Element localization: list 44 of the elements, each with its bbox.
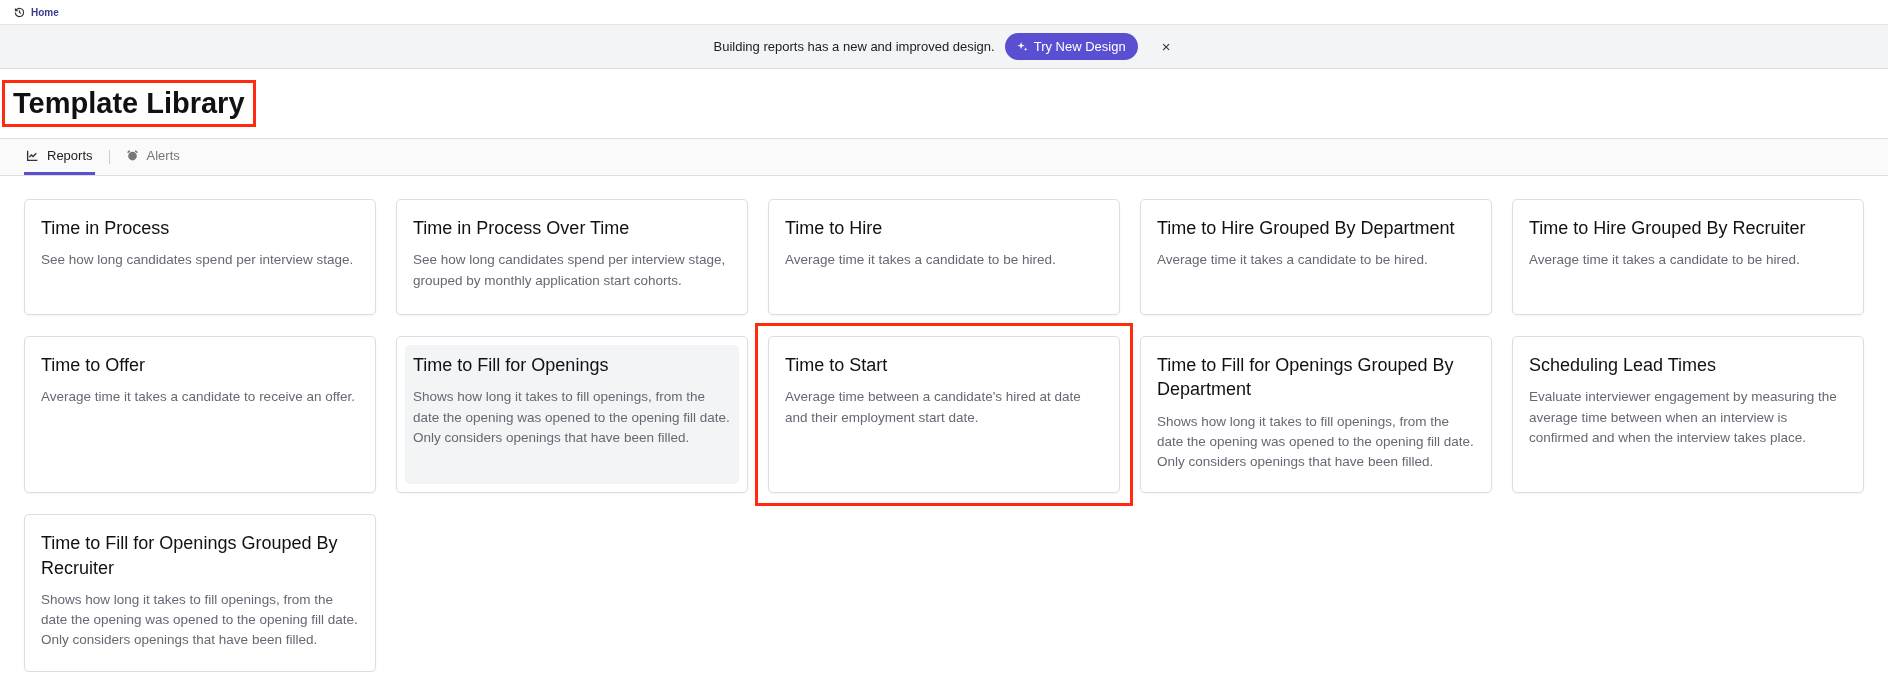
report-card[interactable]: Scheduling Lead Times Evaluate interviewer engagement by measuring the average time between when an interview is confirmed and when the interview takes place. xyxy=(1512,336,1864,494)
banner-message: Building reports has a new and improved design. xyxy=(713,39,995,54)
report-card[interactable]: Time to Hire Grouped By Recruiter Average time it takes a candidate to be hired. xyxy=(1512,199,1864,315)
card-description: Shows how long it takes to fill openings, from the date the opening was opened to the opening fill date. Only considers openings that have been filled. xyxy=(1157,412,1475,472)
report-card[interactable]: Time to Fill for Openings Grouped By Department Shows how long it takes to fill openings, from the date the opening was opened to the opening fill date. Only considers openings that have been filled. xyxy=(1140,336,1492,494)
card-description: Average time it takes a candidate to receive an offer. xyxy=(41,388,356,407)
report-card[interactable]: Time to Fill for Openings Shows how long it takes to fill openings, from the date the opening was opened to the opening fill date. Only considers openings that have been filled. xyxy=(396,336,748,494)
card-description: Average time it takes a candidate to be hired. xyxy=(1529,251,1801,270)
card-description: See how long candidates spend per interview stage. xyxy=(41,251,355,270)
page-title: Template Library xyxy=(2,80,256,127)
report-card[interactable]: Time to Start Average time between a candidate's hired at date and their employment start date. xyxy=(768,336,1120,494)
report-card[interactable]: Time in Process Over Time See how long candidates spend per interview stage, grouped by monthly application start cohorts. xyxy=(396,199,748,315)
home-link[interactable]: Home xyxy=(31,6,59,18)
card-description: Shows how long it takes to fill openings, from the date the opening was opened to the opening fill date. Only considers openings that have been filled. xyxy=(413,388,731,447)
tab[interactable]: Alerts xyxy=(123,139,182,175)
card-description: Average time it takes a candidate to be hired. xyxy=(785,251,1057,270)
card-title: Scheduling Lead Times xyxy=(1529,354,1718,377)
report-card[interactable]: Time to Hire Grouped By Department Average time it takes a candidate to be hired. xyxy=(1140,199,1492,315)
card-title: Time to Offer xyxy=(41,354,147,377)
card-title: Time to Start xyxy=(785,354,889,377)
card-title: Time to Hire xyxy=(785,217,884,240)
card-title: Time to Fill for Openings xyxy=(413,354,610,377)
card-title: Time in Process xyxy=(41,217,171,240)
chart-icon xyxy=(26,149,39,162)
report-card[interactable]: Time to Fill for Openings Grouped By Recruiter Shows how long it takes to fill openings, from the date the opening was opened to the opening fill date. Only considers openings that have been filled. xyxy=(24,514,376,672)
card-description: Average time it takes a candidate to be hired. xyxy=(1157,251,1429,270)
card-title: Time to Fill for Openings Grouped By Recruiter xyxy=(41,532,339,580)
alarm-clock-icon xyxy=(125,149,139,162)
card-description: Shows how long it takes to fill openings, from the date the opening was opened to the opening fill date. Only considers openings that have been filled. xyxy=(41,590,359,650)
report-card[interactable]: Time to Offer Average time it takes a candidate to receive an offer. xyxy=(24,336,376,494)
sparkle-icon xyxy=(1016,41,1028,52)
history-icon xyxy=(14,6,25,18)
card-description: See how long candidates spend per interview stage, grouped by monthly application start cohorts. xyxy=(413,251,727,290)
report-card[interactable]: Time in Process See how long candidates spend per interview stage. xyxy=(24,199,376,315)
tab[interactable]: Reports xyxy=(24,139,95,175)
report-card[interactable]: Time to Hire Average time it takes a candidate to be hired. xyxy=(768,199,1120,315)
card-title: Time to Hire Grouped By Department xyxy=(1157,217,1456,240)
card-description: Average time between a candidate's hired at date and their employment start date. xyxy=(785,388,1082,427)
card-title: Time to Hire Grouped By Recruiter xyxy=(1529,217,1807,240)
try-new-design-button[interactable]: Try New Design xyxy=(1004,33,1138,60)
card-title: Time in Process Over Time xyxy=(413,217,631,240)
card-description: Evaluate interviewer engagement by measuring the average time between when an interview is confirmed and when the interview takes place. xyxy=(1529,388,1838,447)
card-title: Time to Fill for Openings Grouped By Department xyxy=(1157,354,1455,402)
close-button[interactable]: × xyxy=(1157,38,1175,55)
